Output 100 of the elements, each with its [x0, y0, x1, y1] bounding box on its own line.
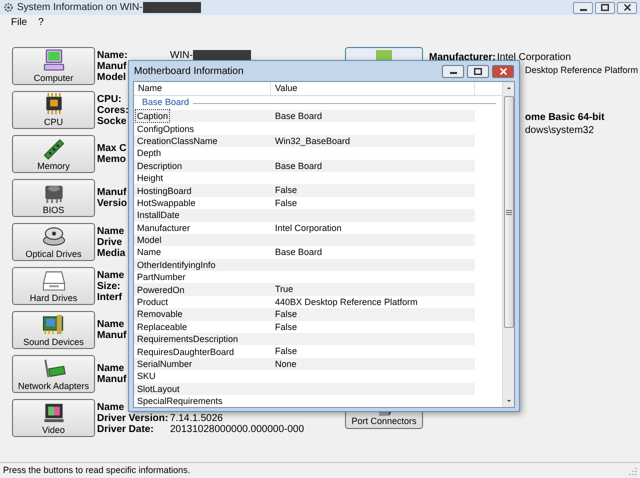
property-value: Intel Corporation [274, 222, 342, 234]
property-name: SerialNumber [136, 358, 194, 370]
property-name[interactable]: Caption [136, 110, 170, 122]
minimize-icon [450, 72, 456, 74]
close-button[interactable] [492, 64, 514, 78]
field-label: Media [97, 248, 126, 258]
window-title-text: System Information on WIN- [17, 1, 143, 15]
property-name: CreationClassName [136, 134, 219, 147]
property-name: Product [136, 296, 170, 308]
property-name: PoweredOn [136, 284, 186, 296]
category-button[interactable]: CPU [12, 91, 95, 129]
field-label: Manuf [97, 330, 126, 341]
field-label: Name [97, 402, 124, 412]
property-name: Manufacturer [136, 222, 192, 234]
field-value: WIN- [170, 50, 193, 60]
property-name: Description [136, 160, 184, 172]
field-label: Name [97, 363, 124, 374]
close-icon [624, 4, 630, 11]
field-label: Manuf [97, 187, 126, 198]
property-name: RequiresDaughterBoard [136, 346, 236, 358]
field-label: Interf [97, 292, 122, 302]
category-button[interactable]: Network Adapters [12, 355, 95, 393]
property-name: RequirementsDescription [136, 333, 240, 346]
property-name: Depth [136, 147, 162, 160]
property-name: Removable [136, 308, 184, 320]
field-label: Max C [97, 143, 126, 154]
column-header[interactable]: Value [271, 82, 475, 95]
field-value: dows\system32 [525, 125, 594, 137]
property-value: None [274, 358, 297, 370]
field-label: Driver Date: [97, 424, 154, 434]
close-icon [500, 68, 506, 74]
group-header: Base Board [142, 96, 190, 110]
field-value: Intel Corporation [497, 52, 571, 64]
category-button[interactable]: Sound Devices [12, 311, 95, 349]
field-label: CPU: [97, 94, 122, 104]
category-button[interactable]: Hard Drives [12, 267, 95, 305]
property-value: Win32_BaseBoard [274, 134, 350, 148]
property-value: Base Board [274, 246, 322, 259]
property-value: False [274, 184, 298, 197]
property-name: SlotLayout [136, 382, 181, 395]
property-value: Base Board [274, 110, 322, 122]
gear-icon [3, 2, 14, 13]
property-name: Name [136, 246, 162, 258]
property-value: 440BX Desktop Reference Platform [274, 296, 418, 308]
property-name: Model [136, 234, 163, 246]
scrollbar-thumb[interactable] [504, 96, 514, 328]
property-value: True [274, 283, 294, 296]
field-label: Name [97, 226, 124, 236]
property-value: Base Board [274, 160, 322, 172]
column-header[interactable]: Name [134, 82, 271, 95]
field-label: Name: [97, 50, 128, 60]
property-name: PartNumber [136, 271, 187, 284]
field-value: 7.14.1.5026 [170, 412, 223, 424]
field-value: Desktop Reference Platform [525, 64, 638, 76]
close-button[interactable] [617, 2, 637, 14]
property-value: False [274, 196, 298, 210]
field-label: Manuf [97, 60, 126, 72]
field-label: Cores: [97, 104, 129, 116]
category-button[interactable]: BIOS [12, 179, 95, 217]
category-button[interactable]: Computer [12, 47, 95, 85]
field-label: Socke [97, 116, 126, 126]
board-icon [376, 49, 392, 61]
field-label: Driver Version: [97, 412, 168, 424]
property-name: Height [136, 172, 164, 184]
field-value: 20131028000000.000000-000 [170, 424, 304, 434]
field-label: Manuf [97, 374, 126, 385]
maximize-icon [601, 4, 609, 11]
property-name: SKU [136, 370, 157, 382]
property-value: False [274, 345, 298, 358]
maximize-icon [474, 68, 482, 74]
dialog-title: Motherboard Information [134, 64, 244, 78]
field-label: Model [97, 72, 126, 82]
field-label: Versio [97, 198, 128, 209]
category-button[interactable]: Optical Drives [12, 223, 95, 261]
field-label: Memo [97, 154, 126, 165]
field-label: Name [97, 270, 124, 280]
property-name: SpecialRequirements [136, 395, 224, 408]
minimize-icon [580, 8, 586, 10]
property-name: HostingBoard [136, 184, 193, 197]
minimize-button[interactable] [442, 64, 464, 78]
field-label: Drive [97, 236, 122, 248]
property-name: HotSwappable [136, 196, 197, 209]
motherboard-button[interactable] [345, 47, 423, 61]
property-name: Replaceable [136, 320, 188, 333]
field-label: Name [97, 319, 124, 330]
minimize-button[interactable] [573, 2, 593, 14]
category-button[interactable]: Memory [12, 135, 95, 173]
maximize-button[interactable] [595, 2, 615, 14]
resize-grip-icon [627, 466, 637, 476]
property-name: OtherIdentifyingInfo [136, 258, 217, 271]
field-label: Manufacturer: [429, 52, 496, 63]
property-name: InstallDate [136, 209, 181, 222]
menu-item[interactable]: File [11, 15, 28, 30]
property-value: False [274, 308, 298, 321]
property-name: ConfigOptions [136, 122, 196, 135]
menu-item[interactable]: ? [38, 15, 44, 30]
category-button[interactable]: Video [12, 399, 95, 437]
field-label: Size: [97, 280, 120, 292]
maximize-button[interactable] [467, 64, 489, 78]
field-value: ome Basic 64-bit [525, 112, 604, 124]
